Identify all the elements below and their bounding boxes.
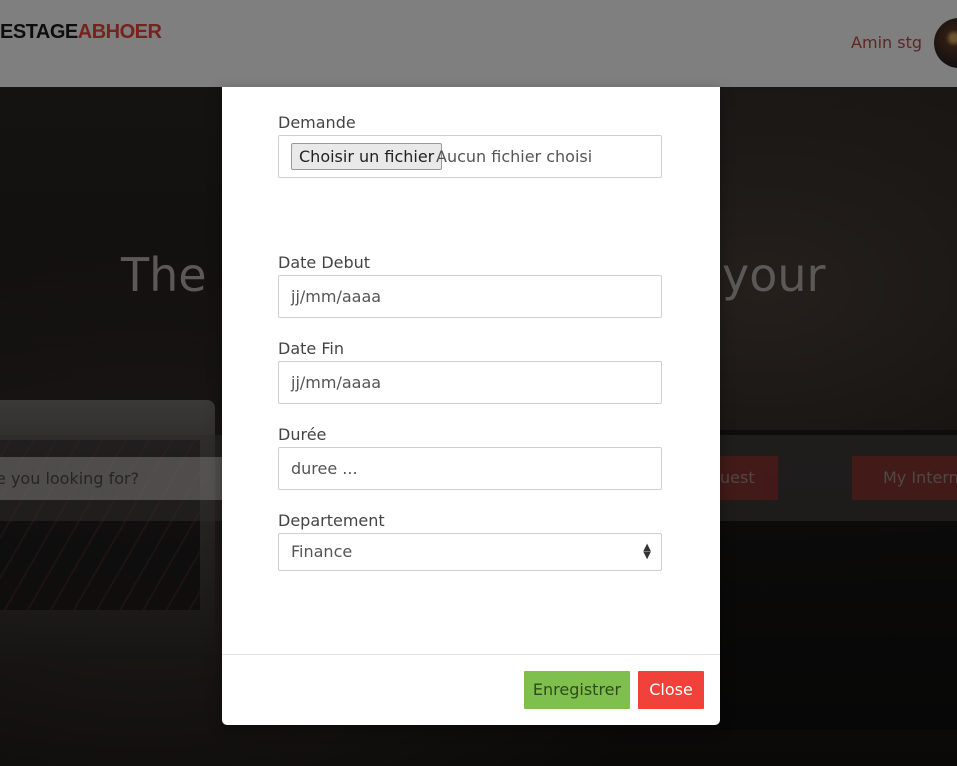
request-modal: Demande Choisir un fichier Aucun fichier… — [222, 87, 720, 725]
departement-select[interactable]: Finance ▲ ▼ — [278, 533, 662, 571]
date-debut-input[interactable]: jj/mm/aaaa — [278, 275, 662, 318]
select-caret-icon: ▲ ▼ — [643, 542, 651, 561]
date-fin-label: Date Fin — [278, 339, 344, 358]
file-status-text: Aucun fichier choisi — [436, 147, 593, 166]
choose-file-button[interactable]: Choisir un fichier — [291, 143, 443, 170]
demande-label: Demande — [278, 113, 356, 132]
duree-input[interactable]: duree ... — [278, 447, 662, 490]
date-fin-input[interactable]: jj/mm/aaaa — [278, 361, 662, 404]
demande-file-input[interactable]: Choisir un fichier Aucun fichier choisi — [278, 135, 662, 178]
date-debut-label: Date Debut — [278, 253, 371, 272]
duree-label: Durée — [278, 425, 327, 444]
modal-footer: Enregistrer Close — [222, 654, 720, 726]
departement-label: Departement — [278, 511, 385, 530]
close-button[interactable]: Close — [638, 671, 704, 709]
departement-selected-value: Finance — [291, 542, 353, 561]
save-button[interactable]: Enregistrer — [524, 671, 630, 709]
